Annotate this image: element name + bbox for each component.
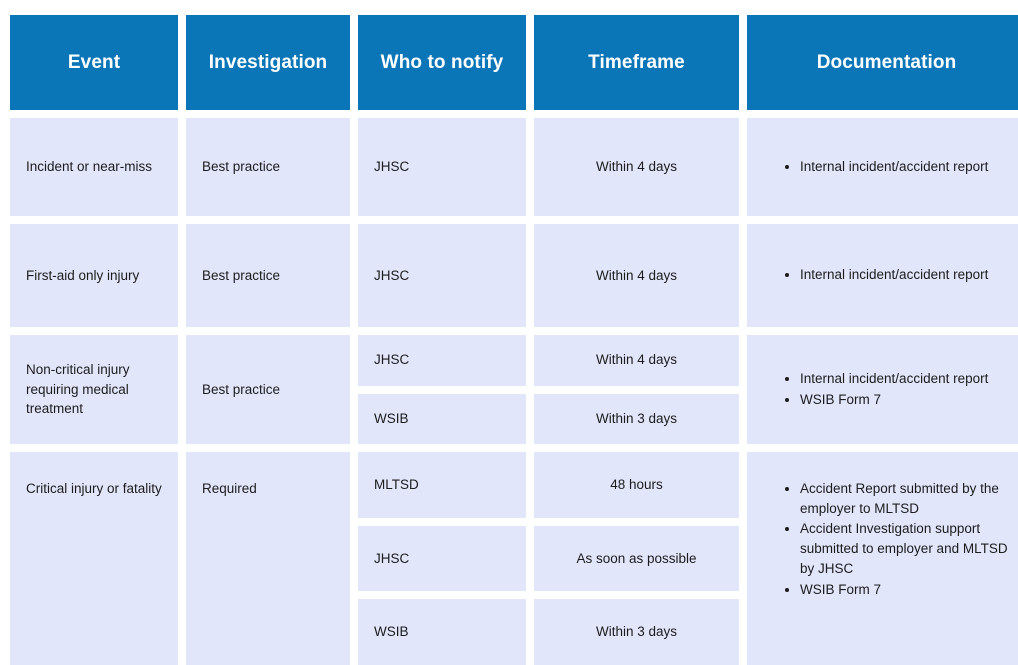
cell-investigation: Required — [186, 452, 350, 665]
column-header-who-to-notify: Who to notify — [358, 15, 526, 110]
cell-documentation: Internal incident/accident report — [747, 118, 1018, 216]
cell-who-to-notify-value: WSIB — [374, 624, 409, 640]
cell-timeframe-value: Within 4 days — [595, 159, 678, 175]
incident-reporting-table: Event Investigation Who to notify Timefr… — [10, 15, 1018, 665]
cell-timeframe-sub: Within 4 days — [534, 335, 739, 386]
cell-investigation: Best practice — [186, 335, 350, 444]
column-header-event: Event — [10, 15, 178, 110]
cell-timeframe-sub: As soon as possible — [534, 525, 739, 592]
cell-event: Critical injury or fatality — [26, 481, 162, 496]
cell-event: Non-critical injury requiring medical tr… — [26, 362, 130, 417]
cell-who-to-notify-value: WSIB — [374, 410, 409, 426]
column-header-who-to-notify-label: Who to notify — [380, 51, 504, 73]
cell-who-to-notify-value: MLTSD — [374, 477, 419, 493]
cell-event: First-aid only injury — [26, 267, 140, 283]
cell-who-to-notify-sub: WSIB — [358, 393, 526, 444]
cell-investigation: Best practice — [186, 224, 350, 327]
cell-investigation: Best practice — [186, 118, 350, 216]
cell-documentation: Internal incident/accident report WSIB F… — [747, 335, 1018, 444]
documentation-list-item: Internal incident/accident report — [785, 265, 988, 285]
cell-investigation-value: Best practice — [202, 267, 281, 283]
table-row: First-aid only injury — [10, 224, 178, 327]
table-row: Critical injury or fatality — [10, 452, 178, 665]
cell-who-to-notify-value: JHSC — [374, 267, 410, 283]
cell-who-to-notify-value: JHSC — [374, 159, 410, 175]
documentation-list-item: WSIB Form 7 — [785, 580, 1010, 600]
documentation-list-item: Internal incident/accident report — [785, 157, 988, 177]
cell-event: Incident or near-miss — [26, 159, 153, 175]
cell-timeframe-sub: Within 3 days — [534, 599, 739, 665]
cell-timeframe-value: Within 4 days — [595, 352, 678, 368]
cell-timeframe-value: Within 3 days — [595, 410, 678, 426]
documentation-list-item: WSIB Form 7 — [785, 390, 988, 410]
cell-timeframe-sub: Within 3 days — [534, 393, 739, 444]
cell-who-to-notify-value: JHSC — [374, 550, 410, 566]
documentation-list-item: Accident Report submitted by the employe… — [785, 479, 1010, 518]
cell-who-to-notify-sub: WSIB — [358, 599, 526, 665]
cell-timeframe-value: 48 hours — [610, 477, 663, 493]
cell-timeframe-value: As soon as possible — [576, 550, 697, 566]
cell-timeframe: Within 4 days — [534, 118, 739, 216]
cell-who-to-notify-sub: JHSC — [358, 525, 526, 592]
column-header-investigation: Investigation — [186, 15, 350, 110]
cell-investigation-value: Best practice — [202, 159, 281, 175]
documentation-list: Internal incident/accident report — [763, 265, 988, 286]
cell-who-to-notify-value: JHSC — [374, 352, 410, 368]
cell-who-to-notify-sub: MLTSD — [358, 452, 526, 518]
documentation-list: Internal incident/accident report WSIB F… — [763, 369, 988, 410]
cell-investigation-value: Best practice — [202, 381, 281, 397]
column-header-event-label: Event — [67, 51, 121, 73]
cell-who-to-notify: JHSC — [358, 118, 526, 216]
cell-timeframe-sub: 48 hours — [534, 452, 739, 518]
cell-who-to-notify-sub: JHSC — [358, 335, 526, 386]
documentation-list-item: Accident Investigation support submitted… — [785, 519, 1010, 578]
table-row: Non-critical injury requiring medical tr… — [10, 335, 178, 444]
column-header-timeframe: Timeframe — [534, 15, 739, 110]
column-header-timeframe-label: Timeframe — [588, 51, 685, 73]
documentation-list: Accident Report submitted by the employe… — [763, 479, 1010, 600]
table-row: Incident or near-miss — [10, 118, 178, 216]
cell-timeframe: Within 4 days Within 3 days — [534, 335, 739, 444]
cell-timeframe-value: Within 4 days — [595, 267, 678, 283]
column-header-documentation: Documentation — [747, 15, 1018, 110]
documentation-list-item: Internal incident/accident report — [785, 369, 988, 389]
cell-timeframe: Within 4 days — [534, 224, 739, 327]
cell-investigation-value: Required — [202, 481, 257, 496]
cell-who-to-notify: MLTSD JHSC WSIB — [358, 452, 526, 665]
cell-timeframe-value: Within 3 days — [595, 624, 678, 640]
documentation-list: Internal incident/accident report — [763, 157, 988, 178]
column-header-documentation-label: Documentation — [816, 51, 957, 73]
table-grid: Event Investigation Who to notify Timefr… — [10, 15, 1018, 665]
cell-who-to-notify: JHSC WSIB — [358, 335, 526, 444]
column-header-investigation-label: Investigation — [208, 51, 328, 73]
cell-who-to-notify: JHSC — [358, 224, 526, 327]
cell-timeframe: 48 hours As soon as possible Within 3 da… — [534, 452, 739, 665]
cell-documentation: Internal incident/accident report — [747, 224, 1018, 327]
cell-documentation: Accident Report submitted by the employe… — [747, 452, 1018, 665]
